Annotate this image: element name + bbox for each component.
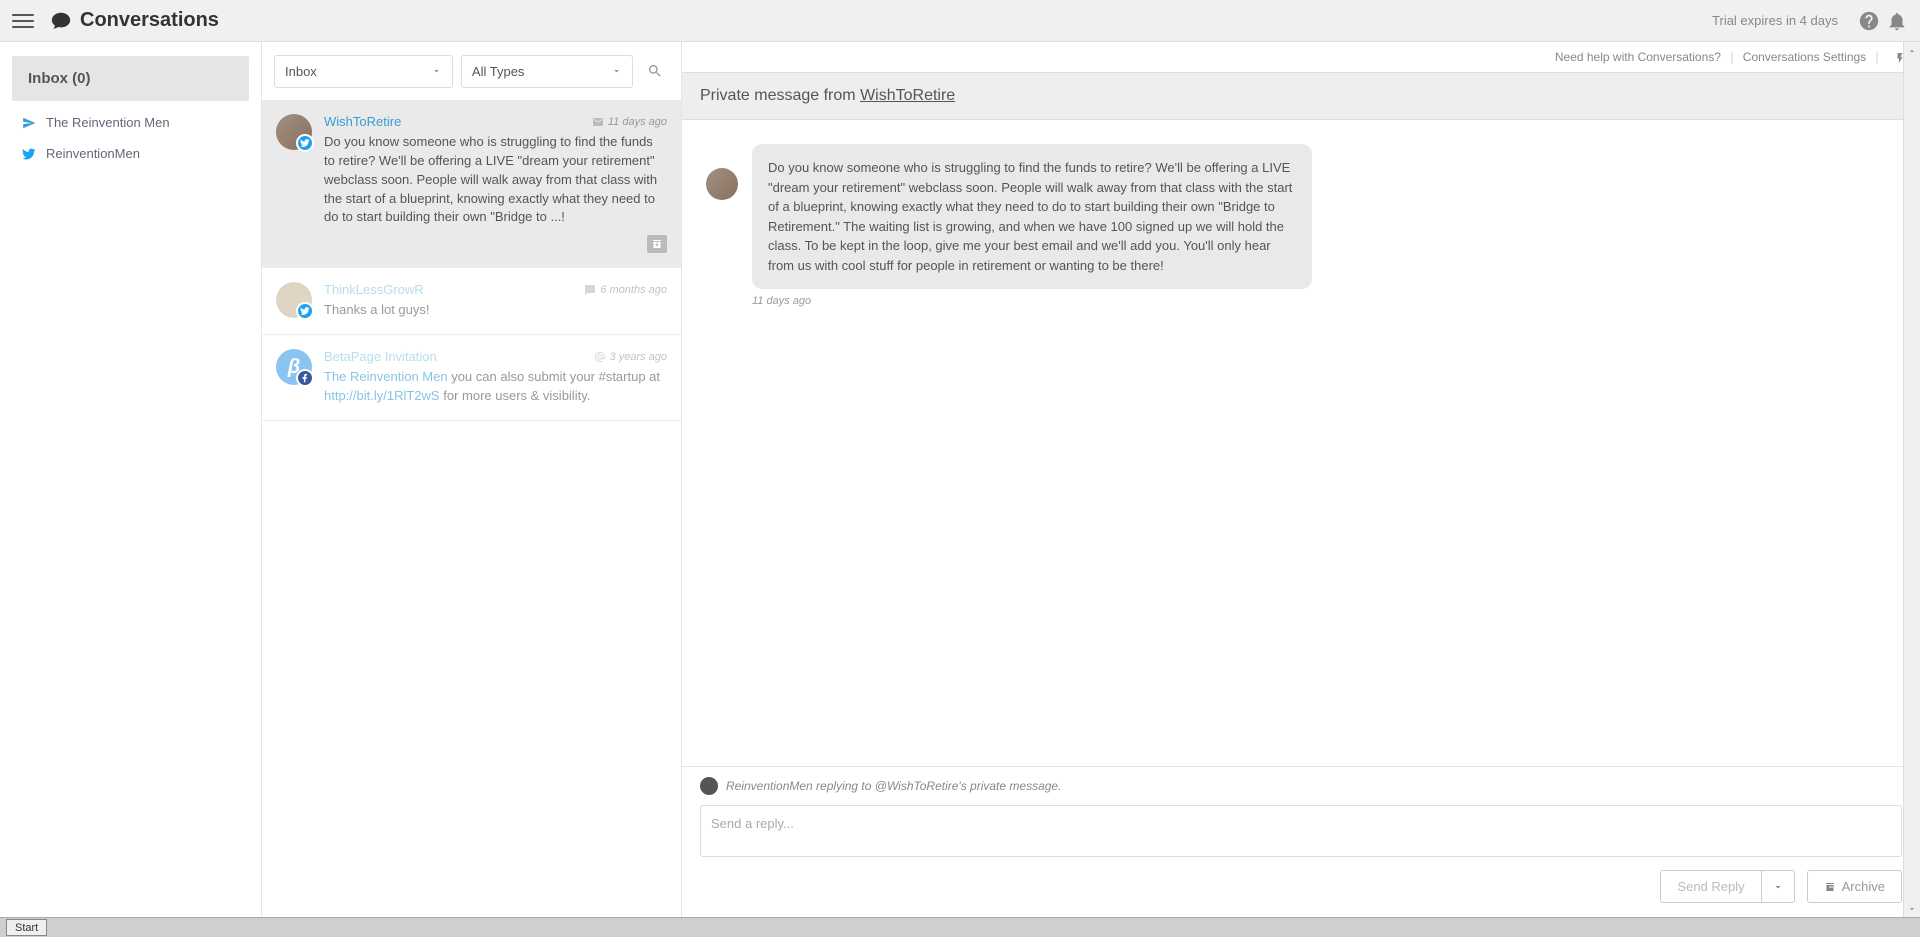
reply-account-avatar: [700, 777, 718, 795]
conversation-list: WishToRetire 11 days ago Do you know som…: [262, 100, 681, 917]
caret-up-icon: [1907, 46, 1917, 56]
message-bubble: Do you know someone who is struggling to…: [752, 144, 1312, 289]
detail-sender-link[interactable]: WishToRetire: [860, 87, 955, 104]
conversation-time: 11 days ago: [592, 116, 667, 128]
settings-link[interactable]: Conversations Settings: [1743, 50, 1866, 64]
archive-button-label: Archive: [1842, 879, 1885, 894]
avatar: β: [276, 349, 312, 385]
detail-body: Do you know someone who is struggling to…: [682, 120, 1920, 766]
folder-select-value: Inbox: [285, 64, 317, 79]
help-icon[interactable]: [1858, 10, 1880, 32]
mention-icon: [594, 351, 606, 363]
twitter-icon: [22, 147, 36, 161]
conversation-item[interactable]: β BetaPage Invitation 3 years ago: [262, 335, 681, 421]
start-button[interactable]: Start: [6, 919, 47, 936]
conversation-preview: The Reinvention Men you can also submit …: [324, 368, 667, 406]
type-select[interactable]: All Types: [461, 55, 633, 88]
trial-expiry-text: Trial expires in 4 days: [1712, 13, 1838, 28]
page-title: Conversations: [50, 9, 219, 32]
conversation-sender[interactable]: BetaPage Invitation: [324, 349, 437, 364]
chevron-down-icon: [1772, 881, 1784, 893]
conversation-preview: Do you know someone who is struggling to…: [324, 133, 667, 227]
message-avatar: [706, 168, 738, 200]
search-icon: [647, 63, 663, 79]
reply-target: @WishToRetire's private message.: [875, 779, 1062, 793]
links-bar: Need help with Conversations? | Conversa…: [682, 42, 1920, 72]
send-reply-dropdown-button[interactable]: [1761, 870, 1795, 903]
send-reply-button[interactable]: Send Reply: [1660, 870, 1760, 903]
detail-header: Private message from WishToRetire: [682, 72, 1920, 120]
envelope-icon: [592, 116, 604, 128]
folder-select[interactable]: Inbox: [274, 55, 453, 88]
conversation-item[interactable]: ThinkLessGrowR 6 months ago Thanks a lot…: [262, 268, 681, 335]
facebook-badge-icon: [296, 369, 314, 387]
reply-input[interactable]: [700, 805, 1902, 857]
reply-meta: ReinventionMen replying to @WishToRetire…: [700, 777, 1902, 795]
conversation-time: 6 months ago: [584, 284, 667, 296]
avatar: [276, 114, 312, 150]
message-time: 11 days ago: [752, 295, 1312, 307]
sidebar-item-label: ReinventionMen: [46, 146, 140, 161]
chevron-down-icon: [431, 66, 442, 77]
caret-down-icon: [1907, 904, 1917, 914]
conversation-preview: Thanks a lot guys!: [324, 301, 667, 320]
conversation-sender[interactable]: WishToRetire: [324, 114, 401, 129]
url-link[interactable]: http://bit.ly/1RlT2wS: [324, 388, 440, 403]
top-header: Conversations Trial expires in 4 days: [0, 0, 1920, 42]
avatar: [276, 282, 312, 318]
sidebar-item-reinventionmen-twitter[interactable]: ReinventionMen: [0, 138, 261, 169]
page-title-text: Conversations: [80, 9, 219, 32]
filter-bar: Inbox All Types: [262, 42, 681, 100]
conversation-sender[interactable]: ThinkLessGrowR: [324, 282, 424, 297]
comment-icon: [584, 284, 596, 296]
sidebar-item-reinvention-men[interactable]: The Reinvention Men: [0, 107, 261, 138]
conversation-list-column: Inbox All Types: [262, 42, 682, 917]
conversation-detail-column: Need help with Conversations? | Conversa…: [682, 42, 1920, 917]
left-sidebar: Inbox (0) The Reinvention Men Reinventio…: [0, 42, 262, 917]
sidebar-item-label: The Reinvention Men: [46, 115, 170, 130]
chevron-down-icon: [611, 66, 622, 77]
reply-account-name: ReinventionMen: [726, 779, 813, 793]
task-bar: Start: [0, 917, 1920, 937]
twitter-badge-icon: [296, 134, 314, 152]
archive-mini-button[interactable]: [647, 235, 667, 253]
mention-link[interactable]: The Reinvention Men: [324, 369, 448, 384]
archive-icon: [1824, 881, 1836, 893]
help-link[interactable]: Need help with Conversations?: [1555, 50, 1721, 64]
speech-bubble-icon: [50, 10, 72, 32]
conversation-item[interactable]: WishToRetire 11 days ago Do you know som…: [262, 100, 681, 268]
menu-toggle-button[interactable]: [12, 10, 34, 32]
archive-icon: [651, 238, 663, 250]
bell-icon[interactable]: [1886, 10, 1908, 32]
type-select-value: All Types: [472, 64, 525, 79]
twitter-badge-icon: [296, 302, 314, 320]
detail-header-prefix: Private message from: [700, 87, 860, 104]
message-row: Do you know someone who is struggling to…: [706, 144, 1896, 307]
archive-button[interactable]: Archive: [1807, 870, 1902, 903]
conversation-time: 3 years ago: [594, 351, 667, 363]
reply-zone: ReinventionMen replying to @WishToRetire…: [682, 766, 1920, 917]
search-button[interactable]: [641, 54, 669, 88]
paperplane-icon: [22, 116, 36, 130]
inbox-header[interactable]: Inbox (0): [12, 56, 249, 101]
window-scrollbar[interactable]: [1903, 42, 1920, 917]
